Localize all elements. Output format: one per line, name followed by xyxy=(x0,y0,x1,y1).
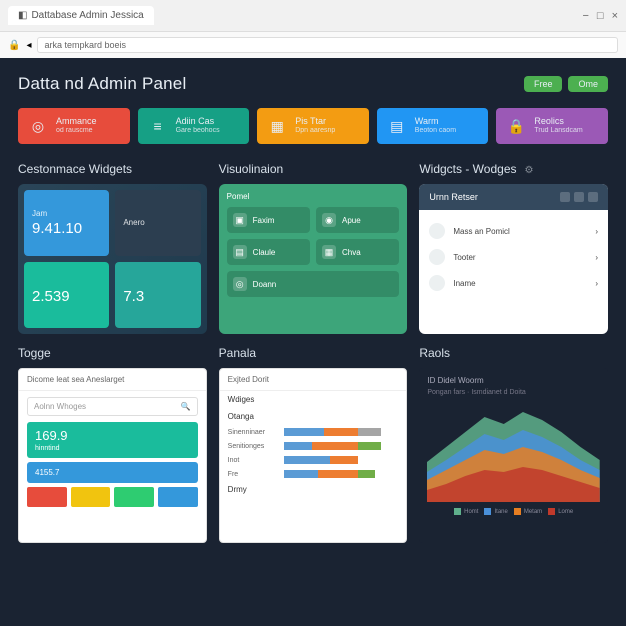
panala-card[interactable]: Exjted Dorit Wdiges Otanga SinenninaerSe… xyxy=(219,368,408,543)
browser-tab[interactable]: ◧ Dattabase Admin Jessica xyxy=(8,6,154,25)
stat-tile[interactable]: 7.3 xyxy=(115,262,200,328)
tile-icon: ▦ xyxy=(322,245,336,259)
page-title: Datta nd Admin Panel xyxy=(18,74,186,94)
nav-card[interactable]: 🔒 ReolicsTrud Lansdcam xyxy=(496,108,608,144)
avatar xyxy=(429,275,445,291)
bar-row[interactable]: Sinenninaer xyxy=(228,425,399,439)
stat-tile[interactable]: 4155.7 xyxy=(27,462,198,483)
nav-card-icon: 🔒 xyxy=(506,116,526,136)
widgets-header: Urnn Retser xyxy=(419,184,608,210)
widgets-card[interactable]: Urnn Retser Mass an Pomicl›Tooter›Iname› xyxy=(419,184,608,334)
nav-card-icon: ≡ xyxy=(148,116,168,136)
panala-sub3: Drmy xyxy=(220,481,407,498)
section-title: Raols xyxy=(419,346,450,360)
nav-card-icon: ▤ xyxy=(387,116,407,136)
chart-head: ID Didel Woorm xyxy=(427,376,600,385)
area-chart xyxy=(427,402,600,502)
browser-tab-bar: ◧ Dattabase Admin Jessica − □ × xyxy=(0,0,626,32)
window-controls: − □ × xyxy=(582,10,618,22)
gear-icon[interactable]: ⚙ xyxy=(525,165,534,176)
legend-item[interactable]: Itane xyxy=(484,508,507,515)
tile-icon: ◎ xyxy=(233,277,247,291)
chevron-right-icon: › xyxy=(595,227,598,236)
tab-title: Dattabase Admin Jessica xyxy=(31,10,143,21)
page-body: Datta nd Admin Panel Free Ome ◎ Ammanceo… xyxy=(0,58,626,559)
widget-action-icon[interactable] xyxy=(574,192,584,202)
nav-cards: ◎ Ammanceod rauscme ≡ Adiin CasGare beoh… xyxy=(18,108,608,144)
avatar xyxy=(429,223,445,239)
nav-card[interactable]: ▦ Pis TtarDpn aaresnp xyxy=(257,108,369,144)
stat-tile[interactable]: 169.9hinntind xyxy=(27,422,198,458)
nav-card-icon: ▦ xyxy=(267,116,287,136)
avatar xyxy=(429,249,445,265)
chart-legend: Homt Itane Metam Lome xyxy=(427,508,600,515)
mini-stat[interactable] xyxy=(114,487,154,507)
stat-tile[interactable]: Jam9.41.10 xyxy=(24,190,109,256)
chevron-right-icon: › xyxy=(595,279,598,288)
nav-card-text: Adiin CasGare beohocs xyxy=(176,117,220,135)
search-input[interactable]: Aolnn Whoges xyxy=(27,397,198,416)
custom-widgets-card[interactable]: Jam9.41.10 Anero 2.539 7.3 xyxy=(18,184,207,334)
nav-card[interactable]: ▤ WarmBeoton caom xyxy=(377,108,489,144)
list-item[interactable]: Tooter› xyxy=(429,244,598,270)
chart-sub: Pongan fars · Ismdianet d Doita xyxy=(427,389,600,396)
visual-tile[interactable]: ▤Claule xyxy=(227,239,310,265)
raols-card[interactable]: ID Didel Woorm Pongan fars · Ismdianet d… xyxy=(419,368,608,543)
nav-card-text: Ammanceod rauscme xyxy=(56,117,97,135)
panala-sub: Wdiges xyxy=(220,391,407,408)
section-title: Visuolinaion xyxy=(219,162,284,176)
section-title: Panala xyxy=(219,346,256,360)
bar-row[interactable]: Fre xyxy=(228,467,399,481)
mini-stat[interactable] xyxy=(27,487,67,507)
minimize-button[interactable]: − xyxy=(582,10,588,22)
togge-card[interactable]: Dicome leat sea Aneslarget Aolnn Whoges … xyxy=(18,368,207,543)
page-header: Datta nd Admin Panel Free Ome xyxy=(18,74,608,94)
nav-back-icon[interactable]: ◂ xyxy=(26,40,31,51)
panala-head: Exjted Dorit xyxy=(220,369,407,391)
tile-icon: ▤ xyxy=(233,245,247,259)
legend-item[interactable]: Metam xyxy=(514,508,542,515)
list-item[interactable]: Mass an Pomicl› xyxy=(429,218,598,244)
panala-sub2: Otanga xyxy=(220,408,407,425)
chevron-right-icon: › xyxy=(595,253,598,262)
togge-head: Dicome leat sea Aneslarget xyxy=(19,369,206,391)
bar-row[interactable]: Inot xyxy=(228,453,399,467)
widget-action-icon[interactable] xyxy=(588,192,598,202)
lock-icon: 🔒 xyxy=(8,40,20,51)
visualization-card[interactable]: Pomel ▣Faxim◉Apue▤Claule▦Chva ◎Doann xyxy=(219,184,408,334)
section-title: Togge xyxy=(18,346,51,360)
header-pill-ome[interactable]: Ome xyxy=(568,76,608,92)
visual-head: Pomel xyxy=(227,192,400,201)
maximize-button[interactable]: □ xyxy=(597,10,604,22)
nav-card[interactable]: ≡ Adiin CasGare beohocs xyxy=(138,108,250,144)
tab-favicon: ◧ xyxy=(18,10,27,21)
mini-stat[interactable] xyxy=(71,487,111,507)
visual-tile[interactable]: ◉Apue xyxy=(316,207,399,233)
legend-item[interactable]: Lome xyxy=(548,508,573,515)
header-buttons: Free Ome xyxy=(524,76,608,92)
stat-tile[interactable]: 2.539 xyxy=(24,262,109,328)
nav-card-text: WarmBeoton caom xyxy=(415,117,456,135)
visual-tile[interactable]: ▦Chva xyxy=(316,239,399,265)
visual-tile[interactable]: ▣Faxim xyxy=(227,207,310,233)
close-button[interactable]: × xyxy=(612,10,618,22)
stat-tile[interactable]: Anero xyxy=(115,190,200,256)
address-bar: 🔒 ◂ arka tempkard boeis xyxy=(0,32,626,58)
tile-icon: ◉ xyxy=(322,213,336,227)
mini-stat[interactable] xyxy=(158,487,198,507)
nav-card-text: Pis TtarDpn aaresnp xyxy=(295,117,335,135)
section-title: Cestonmace Widgets xyxy=(18,162,132,176)
header-pill-free[interactable]: Free xyxy=(524,76,563,92)
nav-card-text: ReolicsTrud Lansdcam xyxy=(534,117,582,135)
section-title: Widgcts - Wodges xyxy=(419,162,516,176)
tile-icon: ▣ xyxy=(233,213,247,227)
list-item[interactable]: Iname› xyxy=(429,270,598,296)
legend-item[interactable]: Homt xyxy=(454,508,478,515)
nav-card-icon: ◎ xyxy=(28,116,48,136)
bar-row[interactable]: Senitionges xyxy=(228,439,399,453)
nav-card[interactable]: ◎ Ammanceod rauscme xyxy=(18,108,130,144)
widget-action-icon[interactable] xyxy=(560,192,570,202)
visual-tile[interactable]: ◎Doann xyxy=(227,271,400,297)
url-input[interactable]: arka tempkard boeis xyxy=(37,37,618,53)
